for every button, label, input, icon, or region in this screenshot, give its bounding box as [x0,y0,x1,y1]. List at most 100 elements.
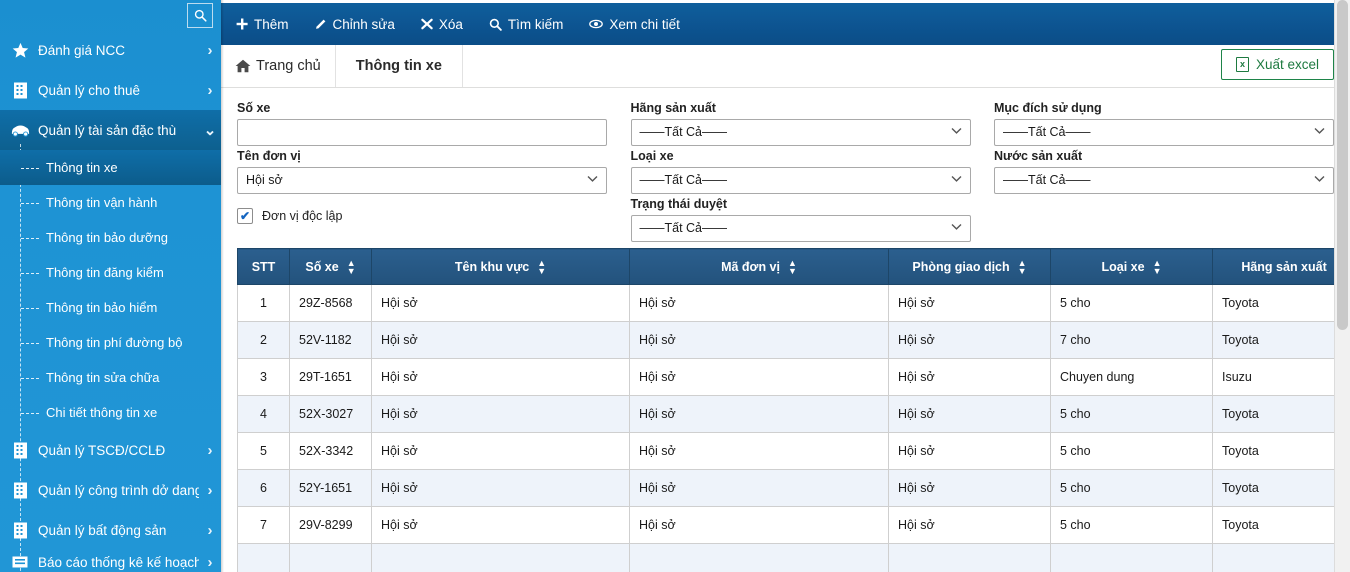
muc-dich-su-dung-select[interactable]: ——Tất Cả—— [994,119,1334,146]
sidebar-item-thong-tin-phi-duong-bo[interactable]: Thông tin phí đường bộ [0,325,221,360]
nuoc-san-xuat-select[interactable]: ——Tất Cả—— [994,167,1334,194]
sidebar-item-quan-ly-tscd-ccld[interactable]: Quản lý TSCĐ/CCLĐ › [0,430,221,470]
sidebar-item-thong-tin-dang-kiem[interactable]: Thông tin đăng kiểm [0,255,221,290]
table-row[interactable]: 6 52Y-1651 Hội sở Hội sở Hội sở 5 cho To… [238,470,1350,507]
cell-stt: 7 [238,507,290,544]
sidebar-item-label: Quản lý TSCĐ/CCLĐ [38,443,199,458]
cell-hang-san-xuat: Toyota [1213,285,1350,322]
data-table: STT Số xe▲▼ Tên khu vực▲▼ Mã đơn vị ▲▼ Ph… [237,248,1350,572]
building-icon [9,442,31,459]
sidebar-item-thong-tin-bao-hiem[interactable]: Thông tin bảo hiểm [0,290,221,325]
delete-button[interactable]: Xóa [421,17,463,32]
chevron-right-icon: › [199,82,221,99]
filter-gap-1 [607,98,631,242]
sidebar-item-chi-tiet-thong-tin-xe[interactable]: Chi tiết thông tin xe [0,395,221,430]
car-icon [9,124,31,137]
sort-icon[interactable]: ▲▼ [537,259,546,275]
plus-icon [236,18,248,30]
data-table-wrapper[interactable]: STT Số xe▲▼ Tên khu vực▲▼ Mã đơn vị ▲▼ Ph… [221,242,1350,572]
edit-button[interactable]: Chỉnh sửa [315,17,395,32]
sort-icon[interactable]: ▲▼ [1018,259,1027,275]
cell-loai-xe [1051,544,1213,572]
cell-so-xe: 52V-1182 [290,322,372,359]
sidebar-item-danh-gia-ncc[interactable]: Đánh giá NCC › [0,30,221,70]
loai-xe-select[interactable]: ——Tất Cả—— [631,167,971,194]
col-so-xe[interactable]: Số xe▲▼ [290,249,372,285]
cell-stt: 5 [238,433,290,470]
col-stt-label: STT [252,260,276,274]
table-header-row: STT Số xe▲▼ Tên khu vực▲▼ Mã đơn vị ▲▼ Ph… [238,249,1350,285]
col-ten-khu-vuc[interactable]: Tên khu vực▲▼ [372,249,630,285]
hang-san-xuat-select[interactable]: ——Tất Cả—— [631,119,971,146]
scrollbar-thumb[interactable] [1337,0,1348,330]
cell-ma-don-vi: Hội sở [630,359,889,396]
cell-ten-khu-vuc: Hội sở [372,359,630,396]
sort-icon[interactable]: ▲▼ [347,259,356,275]
table-row[interactable]: 5 52X-3342 Hội sở Hội sở Hội sở 5 cho To… [238,433,1350,470]
table-row[interactable]: 1 29Z-8568 Hội sở Hội sở Hội sở 5 cho To… [238,285,1350,322]
export-excel-button[interactable]: x Xuất excel [1221,49,1334,80]
muc-dich-su-dung-value: ——Tất Cả—— [1003,120,1091,145]
so-xe-input[interactable] [237,119,607,146]
sidebar-subitem-label: Thông tin xe [46,160,118,175]
breadcrumb-home[interactable]: Trang chủ [221,45,336,87]
cell-so-xe: 29T-1651 [290,359,372,396]
sidebar-item-label: Báo cáo thống kê kế hoạch [38,555,199,570]
ten-don-vi-select[interactable]: Hội sở [237,167,607,194]
col-stt[interactable]: STT [238,249,290,285]
search-button[interactable]: Tìm kiếm [489,17,564,32]
sidebar-item-thong-tin-xe[interactable]: Thông tin xe [0,150,221,185]
sidebar-item-quan-ly-cho-thue[interactable]: Quản lý cho thuê › [0,70,221,110]
table-row[interactable] [238,544,1350,572]
export-area: x Xuất excel [1221,49,1334,80]
cell-loai-xe: 7 cho [1051,322,1213,359]
chevron-down-icon [951,119,962,144]
page-scrollbar[interactable] [1334,0,1350,572]
sidebar-item-quan-ly-bat-dong-san[interactable]: Quản lý bất động sản › [0,510,221,550]
cell-ten-khu-vuc [372,544,630,572]
cell-ma-don-vi: Hội sở [630,433,889,470]
sidebar-item-quan-ly-tai-san-dac-thu[interactable]: Quản lý tài sản đặc thù ⌄ [0,110,221,150]
cell-stt: 2 [238,322,290,359]
filter-form: Số xe Tên đơn vị Hội sở ✔ Đơn vị độc lập… [221,88,1350,242]
don-vi-doc-lap-checkbox[interactable]: ✔ [237,208,253,224]
cell-phong-giao-dich: Hội sở [889,359,1051,396]
building-icon [9,482,31,499]
col-loai-xe[interactable]: Loại xe▲▼ [1051,249,1213,285]
sidebar-item-label: Quản lý tài sản đặc thù [38,123,199,138]
col-ma-don-vi-label: Mã đơn vị [721,260,780,274]
cell-ten-khu-vuc: Hội sở [372,507,630,544]
sidebar-subitem-label: Thông tin phí đường bộ [46,335,183,350]
sort-icon[interactable]: ▲▼ [1153,259,1162,275]
sidebar-item-bao-cao-thong-ke-ke-hoach[interactable]: Báo cáo thống kê kế hoạch › [0,550,221,572]
add-button[interactable]: Thêm [236,17,289,32]
tab-thong-tin-xe[interactable]: Thông tin xe [336,45,463,87]
sort-icon[interactable]: ▲▼ [788,259,797,275]
cell-so-xe: 29Z-8568 [290,285,372,322]
cell-so-xe: 52X-3027 [290,396,372,433]
cell-so-xe: 52Y-1651 [290,470,372,507]
table-row[interactable]: 3 29T-1651 Hội sở Hội sở Hội sở Chuyen d… [238,359,1350,396]
col-phong-giao-dich[interactable]: Phòng giao dịch▲▼ [889,249,1051,285]
cell-loai-xe: Chuyen dung [1051,359,1213,396]
sidebar-item-thong-tin-van-hanh[interactable]: Thông tin vận hành [0,185,221,220]
sidebar-search-button[interactable] [187,3,213,28]
view-detail-button[interactable]: Xem chi tiết [589,17,680,32]
don-vi-doc-lap-row[interactable]: ✔ Đơn vị độc lập [237,208,607,224]
chevron-down-icon [1314,167,1325,192]
sidebar-item-thong-tin-bao-duong[interactable]: Thông tin bảo dưỡng [0,220,221,255]
sidebar-item-quan-ly-cong-trinh-do-dang[interactable]: Quản lý công trình dở dang › [0,470,221,510]
sidebar-item-thong-tin-sua-chua[interactable]: Thông tin sửa chữa [0,360,221,395]
table-row[interactable]: 2 52V-1182 Hội sở Hội sở Hội sở 7 cho To… [238,322,1350,359]
cell-hang-san-xuat: Toyota [1213,396,1350,433]
col-hang-san-xuat[interactable]: Hãng sản xuất▲▼ [1213,249,1350,285]
chevron-down-icon [951,167,962,192]
table-row[interactable]: 7 29V-8299 Hội sở Hội sở Hội sở 5 cho To… [238,507,1350,544]
col-ma-don-vi[interactable]: Mã đơn vị ▲▼ [630,249,889,285]
sidebar-subitem-label: Thông tin vận hành [46,195,157,210]
trang-thai-duyet-value: ——Tất Cả—— [640,216,728,241]
trang-thai-duyet-select[interactable]: ——Tất Cả—— [631,215,971,242]
cell-loai-xe: 5 cho [1051,470,1213,507]
table-row[interactable]: 4 52X-3027 Hội sở Hội sở Hội sở 5 cho To… [238,396,1350,433]
tab-label: Thông tin xe [356,58,442,74]
